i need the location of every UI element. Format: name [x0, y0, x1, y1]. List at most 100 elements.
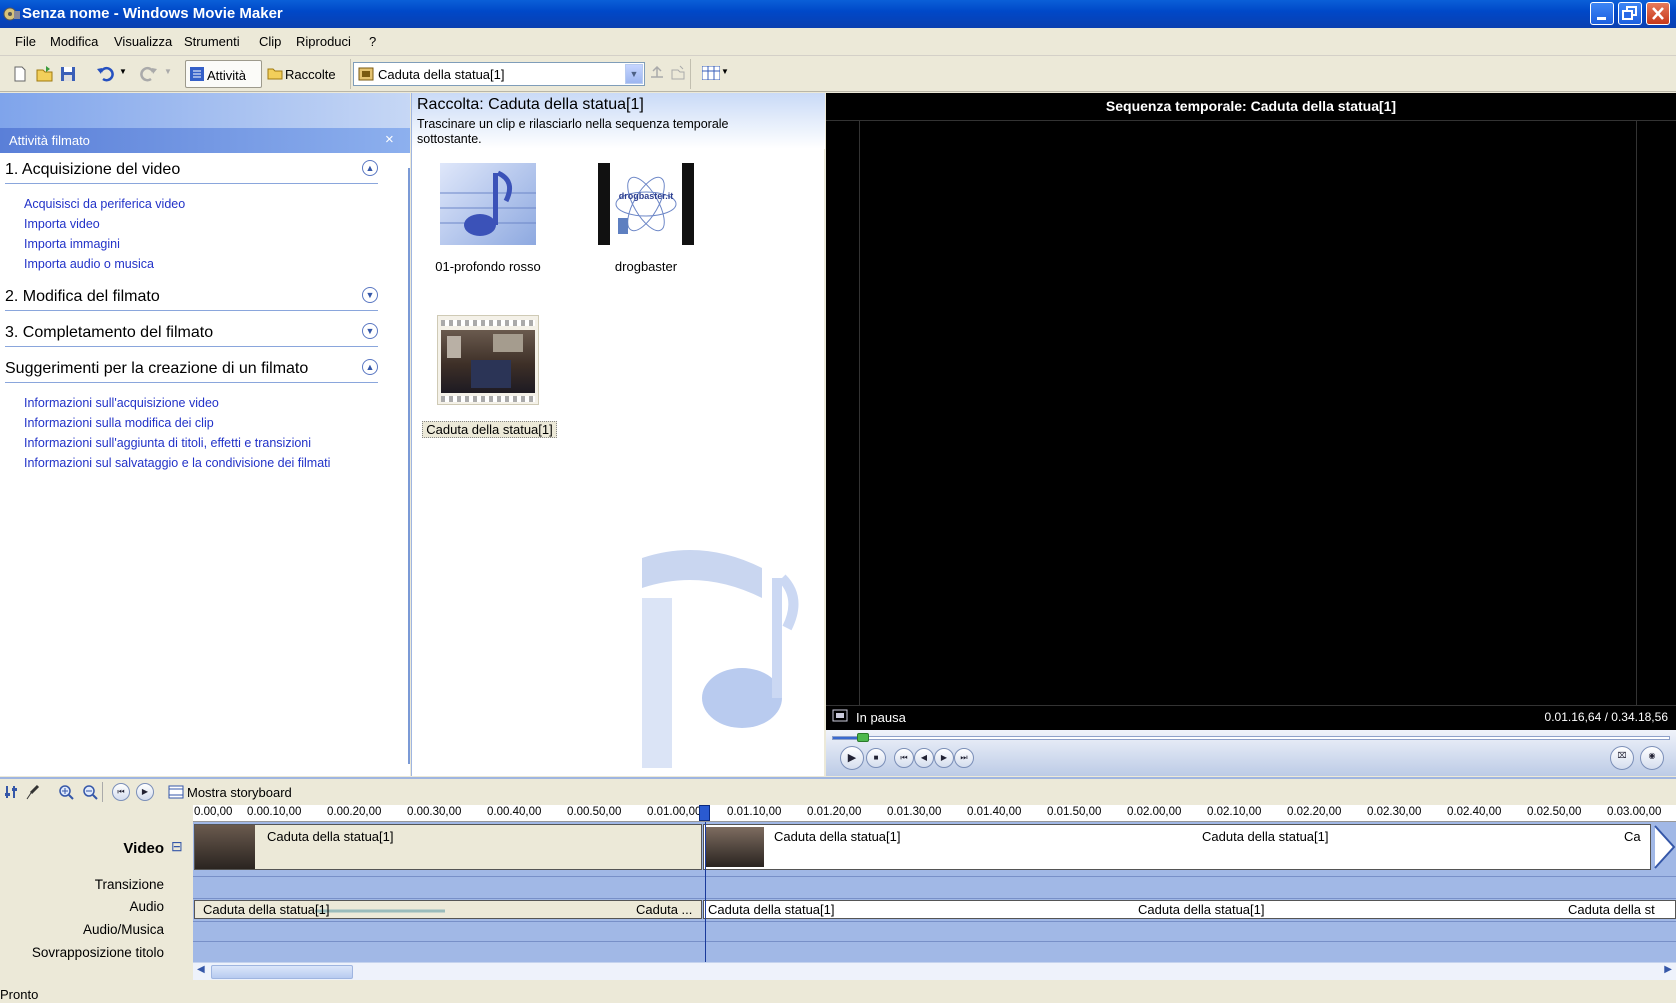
view-dropdown-icon[interactable]: ▼: [721, 67, 729, 76]
section-finish-title[interactable]: 3. Completamento del filmato: [5, 324, 213, 342]
collection-select[interactable]: Caduta della statua[1] ▼: [353, 62, 645, 86]
video-clip-label: Caduta della statua[1]: [1202, 829, 1329, 844]
section-edit-title[interactable]: 2. Modifica del filmato: [5, 288, 160, 306]
timeline-ruler[interactable]: 0.00,00 0.00.10,00 0.00.20,00 0.00.30,00…: [193, 805, 1676, 822]
collapse-section-icon[interactable]: ▲: [362, 160, 378, 176]
play-timeline-icon[interactable]: ▶: [136, 783, 154, 801]
ruler-tick: 0.00.20,00: [327, 806, 382, 818]
set-audio-levels-icon[interactable]: [4, 784, 18, 800]
show-storyboard-button[interactable]: Mostra storyboard: [187, 785, 292, 800]
video-clip[interactable]: Caduta della statua[1]: [194, 824, 702, 870]
redo-dropdown-icon[interactable]: ▼: [164, 67, 172, 76]
next-frame-icon[interactable]: ▶: [934, 748, 954, 768]
menu-riproduci[interactable]: Riproduci: [296, 34, 351, 49]
movie-maker-app-icon: [3, 7, 20, 21]
ruler-tick: 0.00.10,00: [247, 806, 302, 818]
ruler-tick: 0.02.00,00: [1127, 806, 1182, 818]
zoom-in-icon[interactable]: [58, 784, 74, 800]
minimize-button[interactable]: [1590, 2, 1614, 25]
preview-monitor: Sequenza temporale: Caduta della statua[…: [826, 93, 1676, 776]
redo-icon[interactable]: [138, 64, 158, 84]
zoom-out-icon[interactable]: [82, 784, 98, 800]
tasks-toggle-button[interactable]: Attività: [185, 60, 262, 88]
section-capture-title[interactable]: 1. Acquisizione del video: [5, 161, 180, 179]
collections-button[interactable]: Raccolte: [285, 67, 336, 82]
link-import-audio[interactable]: Importa audio o musica: [24, 257, 154, 271]
new-collection-icon[interactable]: [670, 65, 686, 81]
next-clip-icon[interactable]: ⏭: [954, 748, 974, 768]
ruler-tick: 0.01.40,00: [967, 806, 1022, 818]
scroll-left-icon[interactable]: ◀: [197, 964, 205, 975]
link-import-images[interactable]: Importa immagini: [24, 237, 120, 251]
clip-label-drogbaster: drogbaster: [614, 259, 678, 274]
rewind-timeline-icon[interactable]: ⏮: [112, 783, 130, 801]
stop-icon[interactable]: ■: [866, 748, 886, 768]
video-clip[interactable]: Caduta della statua[1] Caduta della stat…: [703, 824, 1651, 870]
seek-thumb[interactable]: [857, 733, 869, 742]
audio-clip[interactable]: Caduta della statua[1] Caduta della stat…: [703, 900, 1676, 919]
collapse-video-track-icon[interactable]: ⊟: [171, 838, 183, 855]
clip-thumb-statua[interactable]: [437, 315, 539, 405]
narrate-mic-icon[interactable]: [26, 784, 42, 800]
snapshot-camera-icon[interactable]: ◉: [1640, 746, 1664, 770]
menu-visualizza[interactable]: Visualizza: [114, 34, 172, 49]
seek-bar[interactable]: [832, 736, 1670, 740]
expand-section-icon[interactable]: ▼: [362, 323, 378, 339]
play-icon[interactable]: ▶: [840, 746, 864, 770]
close-tasks-icon[interactable]: ×: [385, 131, 394, 148]
scroll-right-icon[interactable]: ▶: [1664, 964, 1672, 975]
collapse-section-icon[interactable]: ▲: [362, 359, 378, 375]
split-clip-icon[interactable]: ⌧: [1610, 746, 1634, 770]
link-tip-titles[interactable]: Informazioni sull'aggiunta di titoli, ef…: [24, 436, 311, 450]
previous-clip-icon[interactable]: ⏮: [894, 748, 914, 768]
playhead-handle[interactable]: [699, 805, 710, 821]
ruler-tick: 0.02.10,00: [1207, 806, 1262, 818]
pane-splitter[interactable]: [408, 168, 410, 764]
clip-thumb-drogbaster[interactable]: drogbaster.it: [598, 163, 694, 245]
title-bar[interactable]: Senza nome - Windows Movie Maker: [0, 0, 1676, 28]
collections-folder-icon[interactable]: [267, 65, 283, 81]
view-thumbnails-icon[interactable]: [702, 66, 720, 80]
link-tip-edit[interactable]: Informazioni sulla modifica dei clip: [24, 416, 214, 430]
collection-up-icon[interactable]: [649, 65, 665, 81]
video-clip-label: Ca: [1624, 829, 1641, 844]
scrollbar-thumb[interactable]: [211, 965, 353, 979]
ruler-tick: 0.01.50,00: [1047, 806, 1102, 818]
undo-dropdown-icon[interactable]: ▼: [119, 67, 127, 76]
restore-button[interactable]: [1618, 2, 1642, 25]
audio-clip[interactable]: Caduta della statua[1] Caduta ...: [194, 900, 702, 919]
timeline-tracks[interactable]: Caduta della statua[1] Caduta della stat…: [193, 822, 1676, 962]
open-project-icon[interactable]: [36, 64, 54, 84]
timeline-scrollbar[interactable]: ◀ ▶: [193, 962, 1676, 980]
clip-label-music: 01-profondo rosso: [435, 259, 541, 274]
previous-frame-icon[interactable]: ◀: [914, 748, 934, 768]
ruler-tick: 0.01.00,00: [647, 806, 702, 818]
preview-time: 0.01.16,64 / 0.34.18,56: [1544, 710, 1668, 724]
link-tip-save[interactable]: Informazioni sul salvataggio e la condiv…: [24, 456, 330, 470]
menu-modifica[interactable]: Modifica: [50, 34, 98, 49]
ruler-tick: 0.02.30,00: [1367, 806, 1422, 818]
ruler-tick: 0.01.30,00: [887, 806, 942, 818]
audio-clip-label: Caduta della statua[1]: [203, 902, 330, 917]
scroll-right-arrow-icon[interactable]: [1653, 824, 1676, 870]
link-tip-capture[interactable]: Informazioni sull'acquisizione video: [24, 396, 219, 410]
new-project-icon[interactable]: [12, 64, 28, 84]
collection-film-icon: [358, 67, 374, 81]
playhead-line: [705, 822, 706, 962]
link-capture-device[interactable]: Acquisisci da periferica video: [24, 197, 185, 211]
chevron-down-icon[interactable]: ▼: [625, 64, 643, 84]
tasks-toggle-label: Attività: [207, 68, 247, 83]
close-button[interactable]: [1646, 2, 1670, 25]
menu-help[interactable]: ?: [369, 34, 376, 49]
expand-section-icon[interactable]: ▼: [362, 287, 378, 303]
save-project-icon[interactable]: [60, 64, 76, 84]
link-import-video[interactable]: Importa video: [24, 217, 100, 231]
menu-file[interactable]: File: [15, 34, 36, 49]
clip-thumb-music[interactable]: [440, 163, 536, 245]
undo-icon[interactable]: [96, 64, 116, 84]
menu-clip[interactable]: Clip: [259, 34, 281, 49]
track-label-video: Video: [123, 840, 164, 857]
menu-strumenti[interactable]: Strumenti: [184, 34, 240, 49]
storyboard-icon[interactable]: [168, 785, 184, 799]
section-tips-title[interactable]: Suggerimenti per la creazione di un film…: [5, 360, 308, 378]
